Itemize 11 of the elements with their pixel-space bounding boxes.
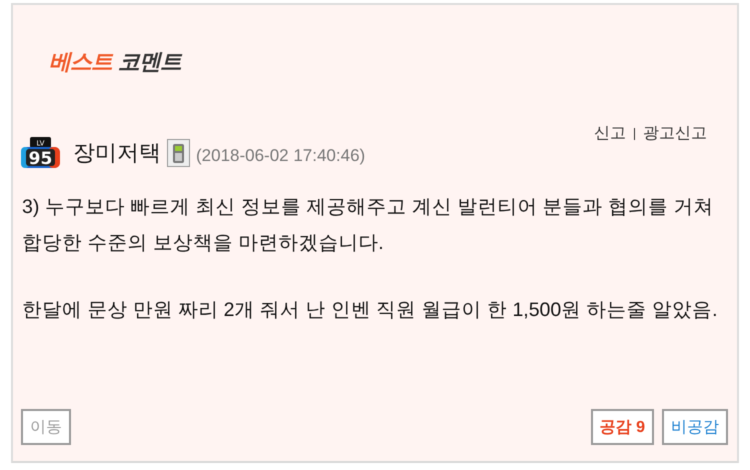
title-text: 베스트 [49, 49, 112, 77]
comment-paragraph: 3) 누구보다 빠르게 최신 정보를 제공해주고 계신 발런티어 분들과 협의를 거쳐 합당한 수준의 보상책을 마련하겠습니다. [22, 195, 715, 256]
comment-date: (2018-06-02 17:40:46) [196, 146, 366, 166]
author-name[interactable]: 장미저택 [73, 138, 161, 168]
mobile-phone-icon [167, 139, 190, 167]
title-text: 코멘트 [118, 49, 181, 77]
report-link[interactable]: 신고 [594, 123, 626, 144]
report-link[interactable]: 광고신고 [643, 123, 707, 144]
comment-paragraph: 한달에 문상 만원 짜리 2개 줘서 난 인벤 직원 월급이 한 1,500원 하는줄 알았음. [22, 298, 718, 323]
dislike-button[interactable]: 비공감 [662, 409, 728, 445]
like-button[interactable]: 공감 9 [590, 409, 654, 445]
